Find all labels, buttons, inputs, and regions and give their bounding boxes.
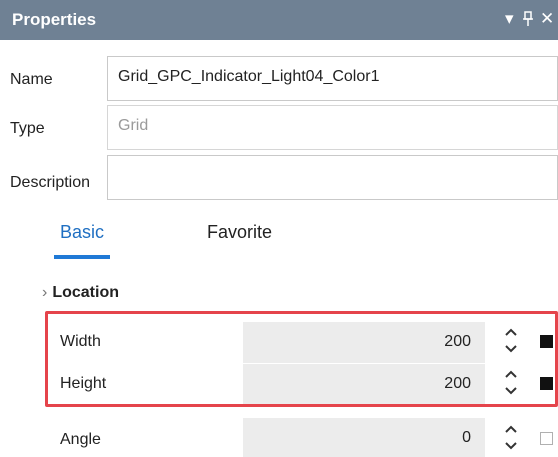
- active-tab-indicator: [54, 255, 110, 259]
- angle-spinner[interactable]: [500, 420, 522, 456]
- dropdown-icon[interactable]: ▾: [505, 8, 514, 30]
- angle-value: 0: [462, 429, 471, 446]
- angle-binding-marker[interactable]: [540, 432, 553, 445]
- name-label: Name: [10, 71, 53, 88]
- name-value: Grid_GPC_Indicator_Light04_Color1: [118, 68, 380, 85]
- chevron-down-icon[interactable]: [503, 440, 519, 452]
- angle-input[interactable]: 0: [243, 418, 485, 457]
- highlight-box: [45, 311, 558, 407]
- name-field[interactable]: Grid_GPC_Indicator_Light04_Color1: [107, 56, 558, 101]
- location-group-label: Location: [52, 284, 119, 301]
- pin-icon[interactable]: [522, 8, 534, 33]
- description-field[interactable]: [107, 155, 558, 200]
- close-icon[interactable]: ✕: [540, 8, 554, 30]
- type-value: Grid: [118, 117, 149, 134]
- angle-label: Angle: [60, 431, 101, 448]
- chevron-right-icon: ›: [42, 284, 48, 301]
- tab-basic[interactable]: Basic: [60, 222, 104, 243]
- tab-favorite[interactable]: Favorite: [207, 222, 272, 243]
- panel-title: Properties: [12, 10, 97, 29]
- type-label: Type: [10, 120, 45, 137]
- description-label: Description: [10, 174, 91, 191]
- type-field: Grid: [107, 105, 558, 150]
- chevron-up-icon[interactable]: [503, 423, 519, 435]
- location-group-header[interactable]: › Location: [42, 284, 119, 302]
- properties-titlebar: Properties ▾ ✕: [0, 0, 558, 40]
